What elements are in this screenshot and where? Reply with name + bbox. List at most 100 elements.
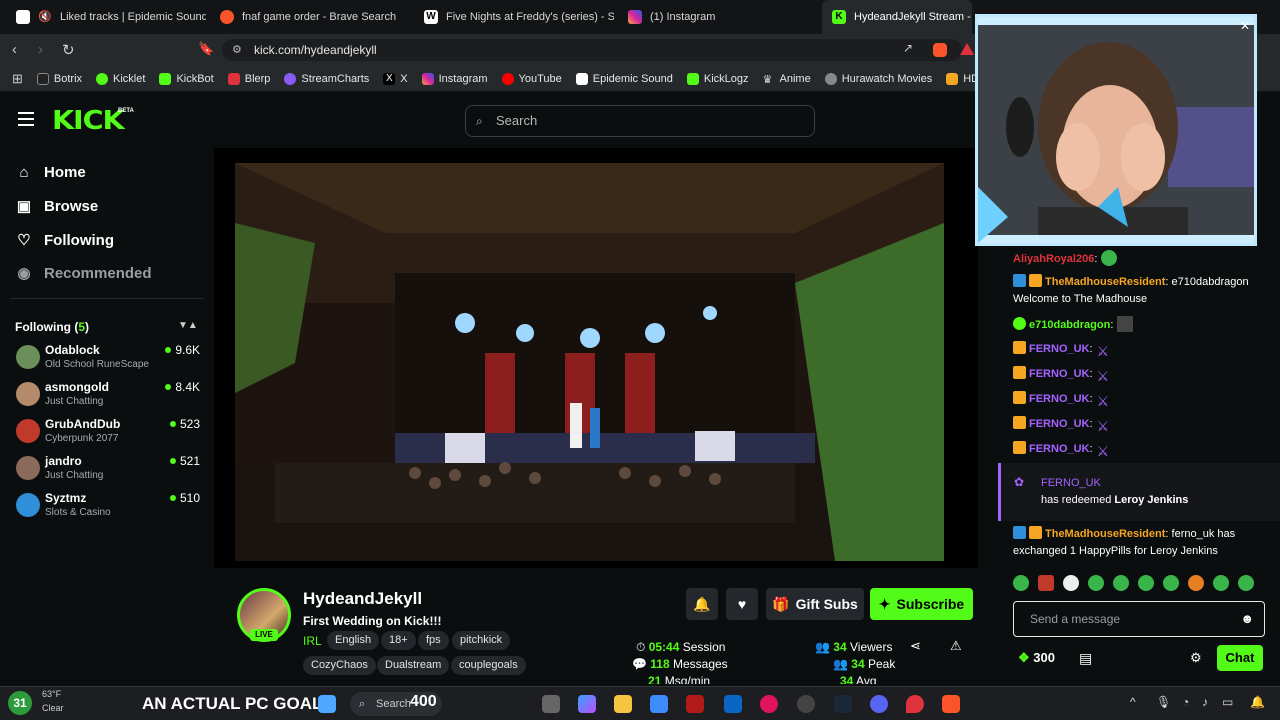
following-channel[interactable]: Odablock Old School RuneScape 9.6K bbox=[16, 343, 200, 375]
brave-shields-icon[interactable] bbox=[933, 43, 947, 57]
microphone-icon[interactable]: 🎙 bbox=[1156, 695, 1171, 709]
share-icon[interactable]: ↗ bbox=[903, 41, 913, 55]
gift-subs-button[interactable]: 🎁 Gift Subs bbox=[766, 588, 864, 620]
tag-english[interactable]: English bbox=[327, 631, 380, 650]
menu-icon[interactable] bbox=[18, 112, 34, 126]
maps-icon[interactable] bbox=[906, 695, 924, 713]
app-icon[interactable] bbox=[686, 695, 704, 713]
report-icon[interactable]: ⚠ bbox=[950, 638, 962, 654]
bookmark-kickbot[interactable]: KickBot bbox=[159, 72, 214, 85]
store-icon[interactable]: ▤ bbox=[1079, 650, 1092, 667]
sort-icon[interactable]: ▼▲ bbox=[178, 320, 198, 331]
tab-kick-stream[interactable]: K HydeandJekyll Stream - W bbox=[822, 0, 972, 34]
chat-settings-icon[interactable]: ⚙ bbox=[1190, 650, 1202, 666]
emote-icon[interactable] bbox=[1138, 575, 1154, 591]
steam-icon[interactable] bbox=[834, 695, 852, 713]
chat-send-button[interactable]: Chat bbox=[1217, 645, 1263, 671]
bookmark-instagram[interactable]: Instagram bbox=[421, 72, 488, 85]
reload-icon[interactable]: ↻ bbox=[62, 41, 75, 59]
chat-username[interactable]: FERNO_UK bbox=[1029, 343, 1090, 355]
emote-icon[interactable] bbox=[1063, 575, 1079, 591]
app-icon[interactable] bbox=[797, 695, 815, 713]
emote-icon[interactable] bbox=[1213, 575, 1229, 591]
emote-icon[interactable] bbox=[1188, 575, 1204, 591]
tag-cozychaos[interactable]: CozyChaos bbox=[303, 656, 376, 675]
share-icon[interactable]: ⋖ bbox=[910, 638, 921, 654]
brave-rewards-icon[interactable] bbox=[960, 43, 974, 55]
tab-brave-search[interactable]: fnaf game order - Brave Search bbox=[210, 0, 410, 34]
emote-icon[interactable] bbox=[1113, 575, 1129, 591]
chat-username[interactable]: TheMadhouseResident bbox=[1045, 276, 1165, 288]
bookmark-x[interactable]: XX bbox=[383, 72, 408, 85]
tag-fps[interactable]: fps bbox=[418, 631, 449, 650]
tag-pitchkick[interactable]: pitchkick bbox=[452, 631, 511, 650]
url-field[interactable]: ⚙ kick.com/hydeandjekyll bbox=[222, 39, 962, 61]
windows-start-icon[interactable] bbox=[318, 695, 336, 713]
close-icon[interactable]: ✕ bbox=[1240, 19, 1250, 33]
notification-icon[interactable]: 🔔 bbox=[1250, 695, 1265, 709]
emoji-icon[interactable]: ☻ bbox=[1240, 602, 1254, 636]
chat-username[interactable]: FERNO_UK bbox=[1029, 443, 1090, 455]
channel-points[interactable]: ❖ 300 bbox=[1018, 650, 1055, 666]
notification-bell-button[interactable]: 🔔 bbox=[686, 588, 718, 620]
nav-recommended[interactable]: ◉ Recommended bbox=[16, 264, 151, 283]
chat-username[interactable]: AliyahRoyal206 bbox=[1013, 253, 1094, 265]
tag-couplegoals[interactable]: couplegoals bbox=[451, 656, 526, 675]
battery-icon[interactable]: ▭ bbox=[1222, 695, 1233, 709]
chat-input[interactable]: Send a message ☻ bbox=[1013, 601, 1265, 637]
nav-following[interactable]: ♡ Following bbox=[16, 231, 114, 250]
emote-icon[interactable] bbox=[1163, 575, 1179, 591]
stream-category[interactable]: IRL bbox=[303, 634, 322, 648]
discord-icon[interactable] bbox=[870, 695, 888, 713]
redeem-username[interactable]: FERNO_UK bbox=[1041, 477, 1101, 489]
volume-icon[interactable]: ♪ bbox=[1202, 695, 1208, 709]
weather-badge[interactable]: 31 bbox=[8, 691, 32, 715]
tag-dualstream[interactable]: Dualstream bbox=[377, 656, 450, 675]
chat-username[interactable]: e710dabdragon bbox=[1029, 319, 1110, 331]
emote-icon[interactable] bbox=[1013, 575, 1029, 591]
follow-button[interactable]: ♥ bbox=[726, 588, 758, 620]
emote-icon[interactable] bbox=[1088, 575, 1104, 591]
mute-icon[interactable]: 🔇 bbox=[38, 10, 52, 24]
site-settings-icon[interactable]: ⚙ bbox=[232, 39, 242, 61]
bookmark-icon[interactable]: 🔖 bbox=[198, 41, 214, 57]
copilot-icon[interactable] bbox=[578, 695, 596, 713]
nav-home[interactable]: ⌂ Home bbox=[16, 164, 85, 181]
search-input[interactable]: ⌕ Search bbox=[465, 105, 815, 137]
video-frame[interactable] bbox=[235, 163, 944, 561]
tab-instagram[interactable]: (1) Instagram bbox=[618, 0, 818, 34]
chat-username[interactable]: FERNO_UK bbox=[1029, 393, 1090, 405]
brave-icon[interactable] bbox=[942, 695, 960, 713]
bookmark-hurawatch[interactable]: Hurawatch Movies bbox=[824, 72, 932, 85]
tag-18plus[interactable]: 18+ bbox=[381, 631, 416, 650]
following-channel[interactable]: jandro Just Chatting 521 bbox=[16, 454, 200, 486]
apps-grid-icon[interactable]: ⊞ bbox=[12, 71, 23, 87]
bookmark-anime[interactable]: ♛ Anime bbox=[763, 73, 811, 86]
task-view-icon[interactable] bbox=[542, 695, 560, 713]
chat-username[interactable]: FERNO_UK bbox=[1029, 368, 1090, 380]
following-channel[interactable]: asmongold Just Chatting 8.4K bbox=[16, 380, 200, 412]
store-icon[interactable] bbox=[650, 695, 668, 713]
chat-username[interactable]: FERNO_UK bbox=[1029, 418, 1090, 430]
file-explorer-icon[interactable] bbox=[614, 695, 632, 713]
back-icon[interactable]: ‹ bbox=[12, 41, 17, 58]
following-channel[interactable]: Syztmz Slots & Casino 510 bbox=[16, 491, 200, 523]
bookmark-youtube[interactable]: YouTube bbox=[501, 72, 562, 85]
outlook-icon[interactable] bbox=[724, 695, 742, 713]
bookmark-blerp[interactable]: Blerp bbox=[227, 72, 270, 85]
chat-username[interactable]: TheMadhouseResident bbox=[1045, 528, 1165, 540]
bookmark-botrix[interactable]: Botrix bbox=[36, 72, 82, 85]
following-channel[interactable]: GrubAndDub Cyberpunk 2077 523 bbox=[16, 417, 200, 449]
bookmark-kicklet[interactable]: Kicklet bbox=[96, 72, 145, 85]
emote-icon[interactable] bbox=[1238, 575, 1254, 591]
tab-epidemic-sound[interactable]: 🔇 Liked tracks | Epidemic Sound bbox=[6, 0, 206, 34]
emote-icon[interactable] bbox=[1038, 575, 1054, 591]
bookmark-epidemic-sound[interactable]: Epidemic Sound bbox=[575, 72, 673, 85]
bookmark-streamcharts[interactable]: StreamCharts bbox=[284, 72, 369, 85]
media-app-icon[interactable] bbox=[760, 695, 778, 713]
subscribe-button[interactable]: ✦ Subscribe bbox=[870, 588, 973, 620]
forward-icon[interactable]: › bbox=[38, 41, 43, 58]
streamer-name[interactable]: HydeandJekyll bbox=[303, 589, 422, 609]
bookmark-kicklogz[interactable]: KickLogz bbox=[686, 72, 749, 85]
nav-browse[interactable]: ▣ Browse bbox=[16, 197, 98, 216]
